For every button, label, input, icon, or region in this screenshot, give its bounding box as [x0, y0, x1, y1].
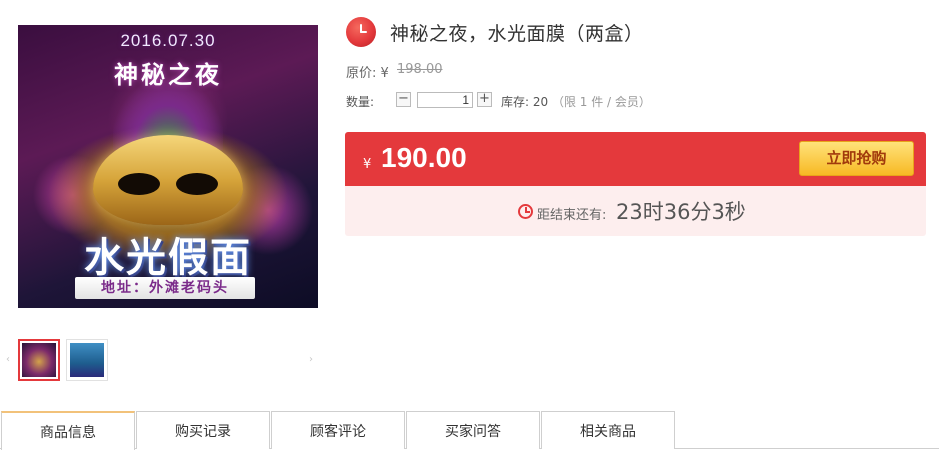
thumbnail-prev-icon[interactable]: ‹: [6, 354, 10, 365]
clock-icon: [346, 17, 376, 47]
original-price-label: 原价: ¥: [346, 66, 389, 81]
countdown-panel: 距结束还有: 23时36分3秒: [345, 186, 926, 236]
tab-customer-reviews[interactable]: 顾客评论: [271, 411, 405, 449]
image-headline-text: 水光假面: [84, 235, 252, 281]
mask-eye-left: [118, 173, 160, 195]
image-title-text: 神秘之夜: [114, 61, 222, 89]
countdown-label: 距结束还有:: [537, 208, 607, 223]
tab-purchase-records[interactable]: 购买记录: [136, 411, 270, 449]
tab-product-info[interactable]: 商品信息: [1, 411, 135, 450]
stock-info: 库存: 20 （限 1 件 / 会员）: [501, 93, 651, 110]
mask-eye-right: [176, 173, 218, 195]
buy-now-button[interactable]: 立即抢购: [799, 141, 914, 176]
product-title: 神秘之夜，水光面膜（两盒）: [390, 23, 644, 45]
clock-icon: [518, 204, 533, 219]
original-price: 198.00: [397, 62, 443, 77]
currency-symbol: ¥: [363, 157, 372, 172]
countdown-time: 23时36分3秒: [616, 200, 746, 224]
price-bar: ¥ 190.00 立即抢购: [345, 132, 926, 186]
thumbnail-2[interactable]: [66, 339, 108, 381]
quantity-label: 数量:: [346, 95, 375, 109]
tab-related-products[interactable]: 相关商品: [541, 411, 675, 449]
stock-count: 库存: 20: [501, 95, 549, 109]
thumbnail-1-image: [22, 343, 56, 377]
quantity-minus-button[interactable]: −: [396, 92, 411, 107]
product-main-image: 2016.07.30 神秘之夜 水光假面 地址：外滩老码头: [18, 25, 318, 308]
purchase-limit: （限 1 件 / 会员）: [551, 95, 651, 109]
quantity-plus-button[interactable]: +: [477, 92, 492, 107]
image-date-text: 2016.07.30: [120, 31, 216, 50]
sale-price: 190.00: [381, 142, 467, 173]
thumbnail-1[interactable]: [18, 339, 60, 381]
thumbnail-2-image: [70, 343, 104, 377]
image-address-text: 地址：外滩老码头: [75, 277, 255, 299]
thumbnail-next-icon[interactable]: ›: [309, 354, 313, 365]
quantity-input[interactable]: [417, 92, 473, 108]
tab-buyer-qa[interactable]: 买家问答: [406, 411, 540, 449]
